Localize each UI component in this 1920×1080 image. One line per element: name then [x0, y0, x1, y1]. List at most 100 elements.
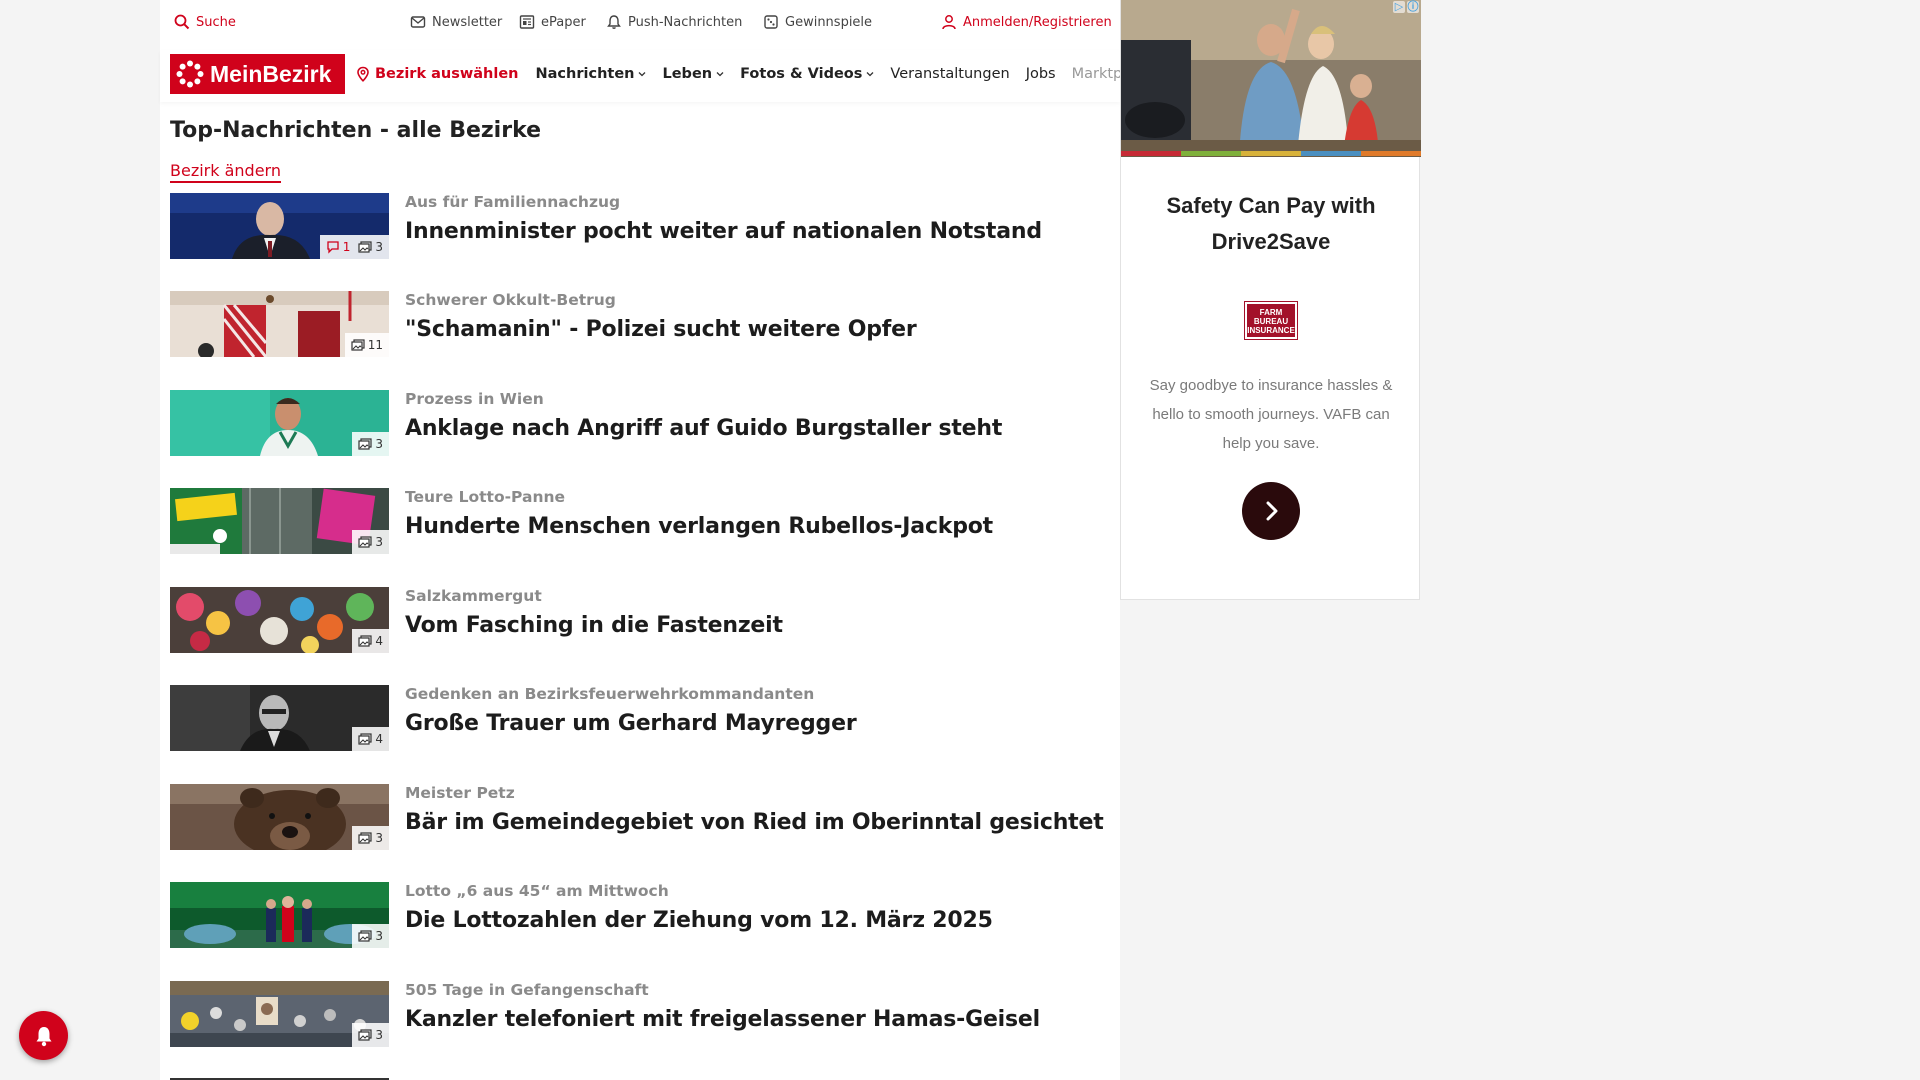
- article-thumbnail[interactable]: 3: [170, 882, 389, 948]
- logo-text: MeinBezirk: [210, 60, 332, 87]
- article-kicker: Gedenken an Bezirksfeuerwehrkommandanten: [405, 685, 815, 703]
- image-count: 3: [358, 535, 383, 549]
- newspaper-icon: [519, 14, 535, 30]
- media-badge: 3: [352, 924, 389, 948]
- location-pin-icon: [355, 66, 371, 82]
- article-kicker: 505 Tage in Gefangenschaft: [405, 981, 649, 999]
- gallery-icon: [358, 536, 372, 548]
- login-label: Anmelden/Registrieren: [963, 14, 1112, 30]
- ad-choices-play-icon[interactable]: ▷: [1393, 1, 1405, 13]
- article-thumbnail[interactable]: 3: [170, 981, 389, 1047]
- media-badge: 11: [344, 333, 389, 357]
- article-headline[interactable]: Anklage nach Angriff auf Guido Burgstall…: [405, 416, 1002, 441]
- article-item[interactable]: 3 Meister Petz Bär im Gemeindegebiet von…: [170, 784, 1110, 852]
- image-count: 3: [358, 437, 383, 451]
- newsletter-link[interactable]: Newsletter: [410, 14, 502, 30]
- article-headline[interactable]: Hunderte Menschen verlangen Rubellos-Jac…: [405, 514, 993, 539]
- article-headline[interactable]: Bär im Gemeindegebiet von Ried im Oberin…: [405, 810, 1104, 835]
- nav-item-leben[interactable]: Leben: [662, 66, 724, 82]
- image-count-value: 11: [367, 338, 383, 352]
- newsletter-label: Newsletter: [432, 14, 503, 30]
- gallery-icon: [358, 635, 372, 647]
- article-item[interactable]: 11 Schwerer Okkult-Betrug "Schamanin" - …: [170, 291, 1110, 359]
- login-link[interactable]: Anmelden/Registrieren: [941, 14, 1112, 30]
- page-title: Top-Nachrichten - alle Bezirke: [170, 118, 542, 143]
- chevron-right-icon: [1266, 501, 1278, 521]
- gallery-icon: [358, 241, 372, 253]
- article-headline[interactable]: "Schamanin" - Polizei sucht weitere Opfe…: [405, 317, 917, 342]
- gallery-icon: [351, 339, 365, 351]
- article-item[interactable]: 3 Prozess in Wien Anklage nach Angriff a…: [170, 390, 1110, 458]
- ad-headline[interactable]: Safety Can Pay with Drive2Save: [1121, 188, 1421, 260]
- ad-info-icon[interactable]: ⓘ: [1407, 1, 1419, 13]
- article-item[interactable]: 3 Teure Lotto-Panne Hunderte Menschen ve…: [170, 488, 1110, 556]
- article-thumbnail[interactable]: 3: [170, 784, 389, 850]
- nav-item-fotos-videos[interactable]: Fotos & Videos: [740, 66, 874, 82]
- article-headline[interactable]: Die Lottozahlen der Ziehung vom 12. März…: [405, 908, 993, 933]
- ad-image[interactable]: ▷ ⓘ: [1121, 0, 1421, 157]
- games-label: Gewinnspiele: [785, 14, 873, 30]
- image-count: 4: [358, 634, 383, 648]
- article-thumbnail[interactable]: 3: [170, 488, 389, 554]
- article-headline[interactable]: Kanzler telefoniert mit freigelassener H…: [405, 1007, 1040, 1032]
- article-item[interactable]: 3 505 Tage in Gefangenschaft Kanzler tel…: [170, 981, 1110, 1049]
- chevron-down-icon: [638, 70, 646, 78]
- change-district-link[interactable]: Bezirk ändern: [170, 161, 281, 183]
- media-badge: 4: [352, 629, 389, 653]
- advertisement[interactable]: ▷ ⓘ Safety Can Pay with Drive2Save FARM …: [1120, 0, 1421, 600]
- nav-item-label: Jobs: [1025, 66, 1056, 82]
- select-district-button[interactable]: Bezirk auswählen: [355, 66, 519, 82]
- bell-icon: [606, 14, 622, 30]
- article-kicker: Prozess in Wien: [405, 390, 544, 408]
- mail-icon: [410, 14, 426, 30]
- nav-item-jobs[interactable]: Jobs: [1026, 66, 1056, 82]
- image-count: 3: [358, 1028, 383, 1042]
- article-kicker: Salzkammergut: [405, 587, 542, 605]
- media-badge: 3: [352, 1023, 389, 1047]
- media-badge: 3: [352, 826, 389, 850]
- article-kicker: Aus für Familiennachzug: [405, 193, 621, 211]
- bell-icon: [36, 1026, 51, 1046]
- article-thumbnail[interactable]: 3: [170, 390, 389, 456]
- gallery-icon: [358, 438, 372, 450]
- article-item[interactable]: 4 Gedenken an Bezirksfeuerwehrkommandant…: [170, 685, 1110, 753]
- article-kicker: Schwerer Okkult-Betrug: [405, 291, 616, 309]
- epaper-link[interactable]: ePaper: [519, 14, 586, 30]
- image-count: 4: [358, 732, 383, 746]
- ad-description: Say goodbye to insurance hassles & hello…: [1149, 377, 1393, 452]
- notification-bell-button[interactable]: [19, 1011, 68, 1060]
- article-item[interactable]: 3 Lotto „6 aus 45“ am Mittwoch Die Lotto…: [170, 882, 1110, 950]
- nav-item-veranstaltungen[interactable]: Veranstaltungen: [890, 66, 1009, 82]
- image-count: 3: [358, 831, 383, 845]
- dice-icon: [763, 14, 779, 30]
- select-district-label: Bezirk auswählen: [375, 66, 519, 82]
- media-badge: 3: [352, 432, 389, 456]
- push-label: Push-Nachrichten: [628, 14, 743, 30]
- media-badge: 1 3: [319, 235, 389, 259]
- article-thumbnail[interactable]: 4: [170, 685, 389, 751]
- article-item[interactable]: 4 Salzkammergut Vom Fasching in die Fast…: [170, 587, 1110, 655]
- image-count: 11: [351, 338, 383, 352]
- push-notifications-link[interactable]: Push-Nachrichten: [606, 14, 742, 30]
- ad-choices[interactable]: ▷ ⓘ: [1393, 1, 1419, 13]
- games-link[interactable]: Gewinnspiele: [763, 14, 872, 30]
- article-headline[interactable]: Große Trauer um Gerhard Mayregger: [405, 711, 857, 736]
- nav-item-label: Nachrichten: [535, 66, 635, 82]
- article-thumbnail[interactable]: 11: [170, 291, 389, 357]
- image-count-value: 4: [375, 732, 383, 746]
- image-count-value: 3: [375, 535, 383, 549]
- article-item[interactable]: 1 3 Aus für Familiennachzug Innenministe…: [170, 193, 1110, 261]
- article-headline[interactable]: Innenminister pocht weiter auf nationale…: [405, 219, 1042, 244]
- search-button[interactable]: Suche: [174, 14, 236, 30]
- image-count-value: 3: [375, 240, 383, 254]
- gallery-icon: [358, 1029, 372, 1041]
- site-logo[interactable]: MeinBezirk: [170, 54, 345, 94]
- gallery-icon: [358, 832, 372, 844]
- article-headline[interactable]: Vom Fasching in die Fastenzeit: [405, 613, 783, 638]
- nav-item-nachrichten[interactable]: Nachrichten: [536, 66, 647, 82]
- ad-cta-button[interactable]: [1242, 482, 1300, 540]
- nav-item-label: Leben: [662, 66, 713, 82]
- media-badge: 3: [352, 530, 389, 554]
- article-thumbnail[interactable]: 4: [170, 587, 389, 653]
- article-thumbnail[interactable]: 1 3: [170, 193, 389, 259]
